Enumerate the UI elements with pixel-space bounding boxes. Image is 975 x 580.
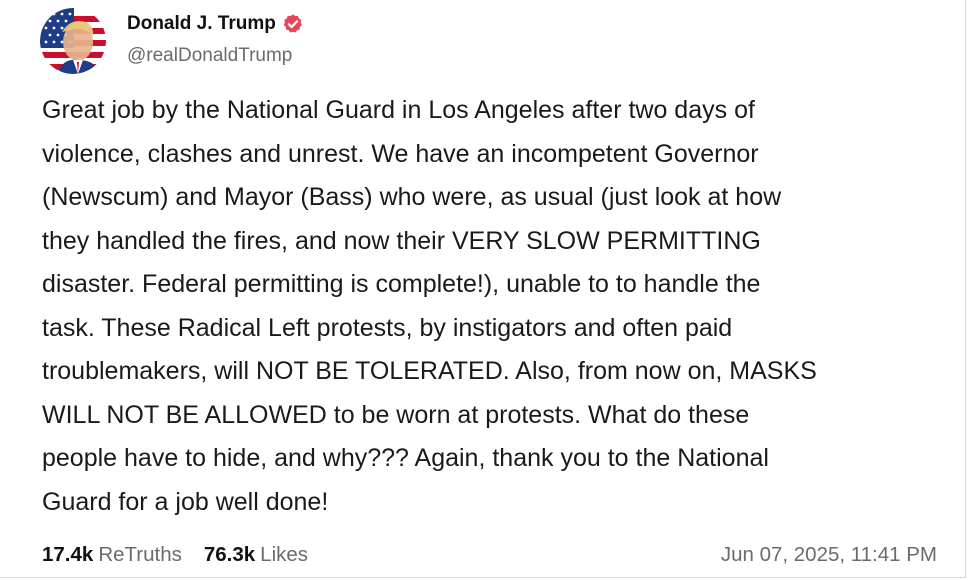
likes-count: 76.3k: [203, 543, 256, 566]
retruths-count: 17.4k: [42, 543, 94, 566]
author-names: Donald J. Trump @realDonaldTrump: [127, 13, 304, 67]
retruths-label: ReTruths: [98, 543, 182, 566]
author-display-name[interactable]: Donald J. Trump: [127, 13, 276, 35]
post-header: Donald J. Trump @realDonaldTrump: [40, 8, 304, 74]
post-footer: 17.4k ReTruths 76.3k Likes Jun 07, 2025,…: [42, 543, 937, 567]
post-card: Donald J. Trump @realDonaldTrump Great j…: [0, 0, 966, 578]
post-stats: 17.4k ReTruths 76.3k Likes: [42, 543, 330, 567]
verified-badge-icon: [282, 13, 304, 35]
retruths-stat[interactable]: 17.4k ReTruths: [42, 543, 182, 567]
post-text: Great job by the National Guard in Los A…: [42, 96, 817, 516]
display-name-row: Donald J. Trump: [127, 13, 304, 35]
likes-stat[interactable]: 76.3k Likes: [204, 543, 308, 567]
avatar[interactable]: [40, 8, 106, 74]
avatar-image: [40, 8, 106, 74]
post-timestamp[interactable]: Jun 07, 2025, 11:41 PM: [721, 543, 937, 567]
author-handle[interactable]: @realDonaldTrump: [127, 45, 304, 67]
likes-label: Likes: [260, 543, 309, 566]
